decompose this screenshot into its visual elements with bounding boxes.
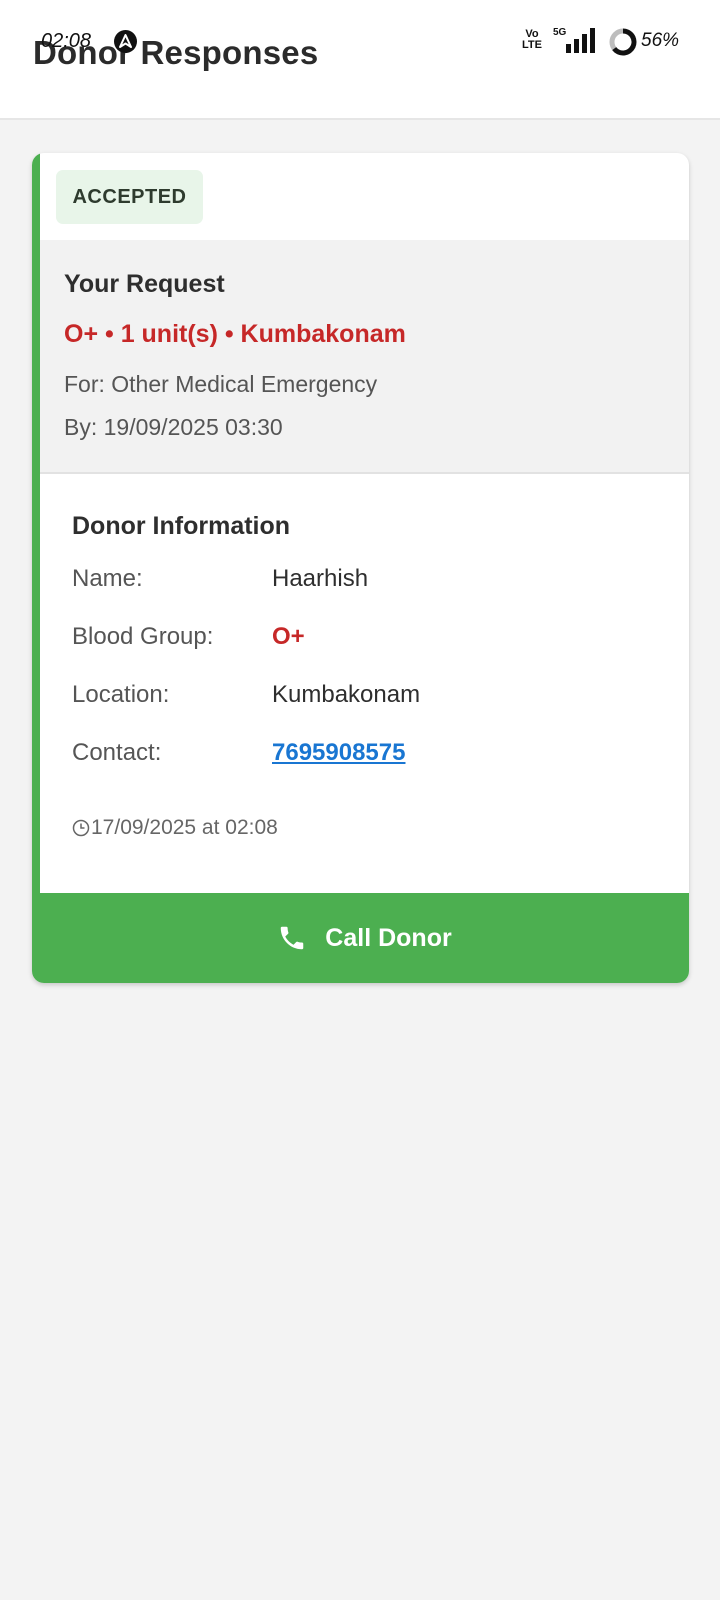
- volte-indicator: Vo LTE: [520, 29, 544, 51]
- status-badge: ACCEPTED: [56, 170, 203, 224]
- contact-phone-link[interactable]: 7695908575: [272, 739, 405, 767]
- blood-group-value: O+: [272, 623, 305, 650]
- request-summary: O+ • 1 unit(s) • Kumbakonam: [64, 320, 406, 348]
- volte-bottom: LTE: [522, 39, 542, 51]
- response-timestamp: 17/09/2025 at 02:08: [72, 816, 278, 840]
- request-title: Your Request: [64, 270, 225, 298]
- call-donor-button[interactable]: Call Donor: [40, 893, 689, 983]
- location-label: Location:: [72, 681, 170, 708]
- card-accent-bar: [32, 153, 40, 983]
- call-donor-label: Call Donor: [325, 923, 452, 952]
- clock-icon: [72, 819, 90, 837]
- donor-name-value: Haarhish: [272, 565, 369, 592]
- phone-icon: [281, 926, 304, 950]
- request-deadline: By: 19/09/2025 03:30: [64, 414, 283, 440]
- donor-information-section: Donor Information Name: Haarhish Blood G…: [40, 476, 689, 896]
- request-summary-section: Your Request O+ • 1 unit(s) • Kumbakonam…: [40, 240, 689, 474]
- location-value: Kumbakonam: [272, 681, 421, 708]
- app-header: Donor Responses 02:08 Vo LTE 5G 56%: [0, 0, 720, 120]
- battery-ring-icon: [609, 28, 637, 56]
- battery-percent: 56%: [641, 30, 680, 51]
- contact-label: Contact:: [72, 739, 162, 766]
- status-bar-time: 02:08: [41, 30, 92, 52]
- network-type: 5G: [553, 27, 567, 38]
- request-reason: For: Other Medical Emergency: [64, 371, 378, 397]
- response-time-text: 17/09/2025 at 02:08: [91, 816, 278, 839]
- donor-info-title: Donor Information: [72, 512, 291, 540]
- donor-name-label: Name:: [72, 565, 143, 592]
- blood-group-label: Blood Group:: [72, 623, 214, 650]
- donor-response-card: ACCEPTED Your Request O+ • 1 unit(s) • K…: [32, 153, 689, 983]
- navigation-arrow-icon: [114, 30, 137, 53]
- signal-bars-icon: [566, 28, 595, 53]
